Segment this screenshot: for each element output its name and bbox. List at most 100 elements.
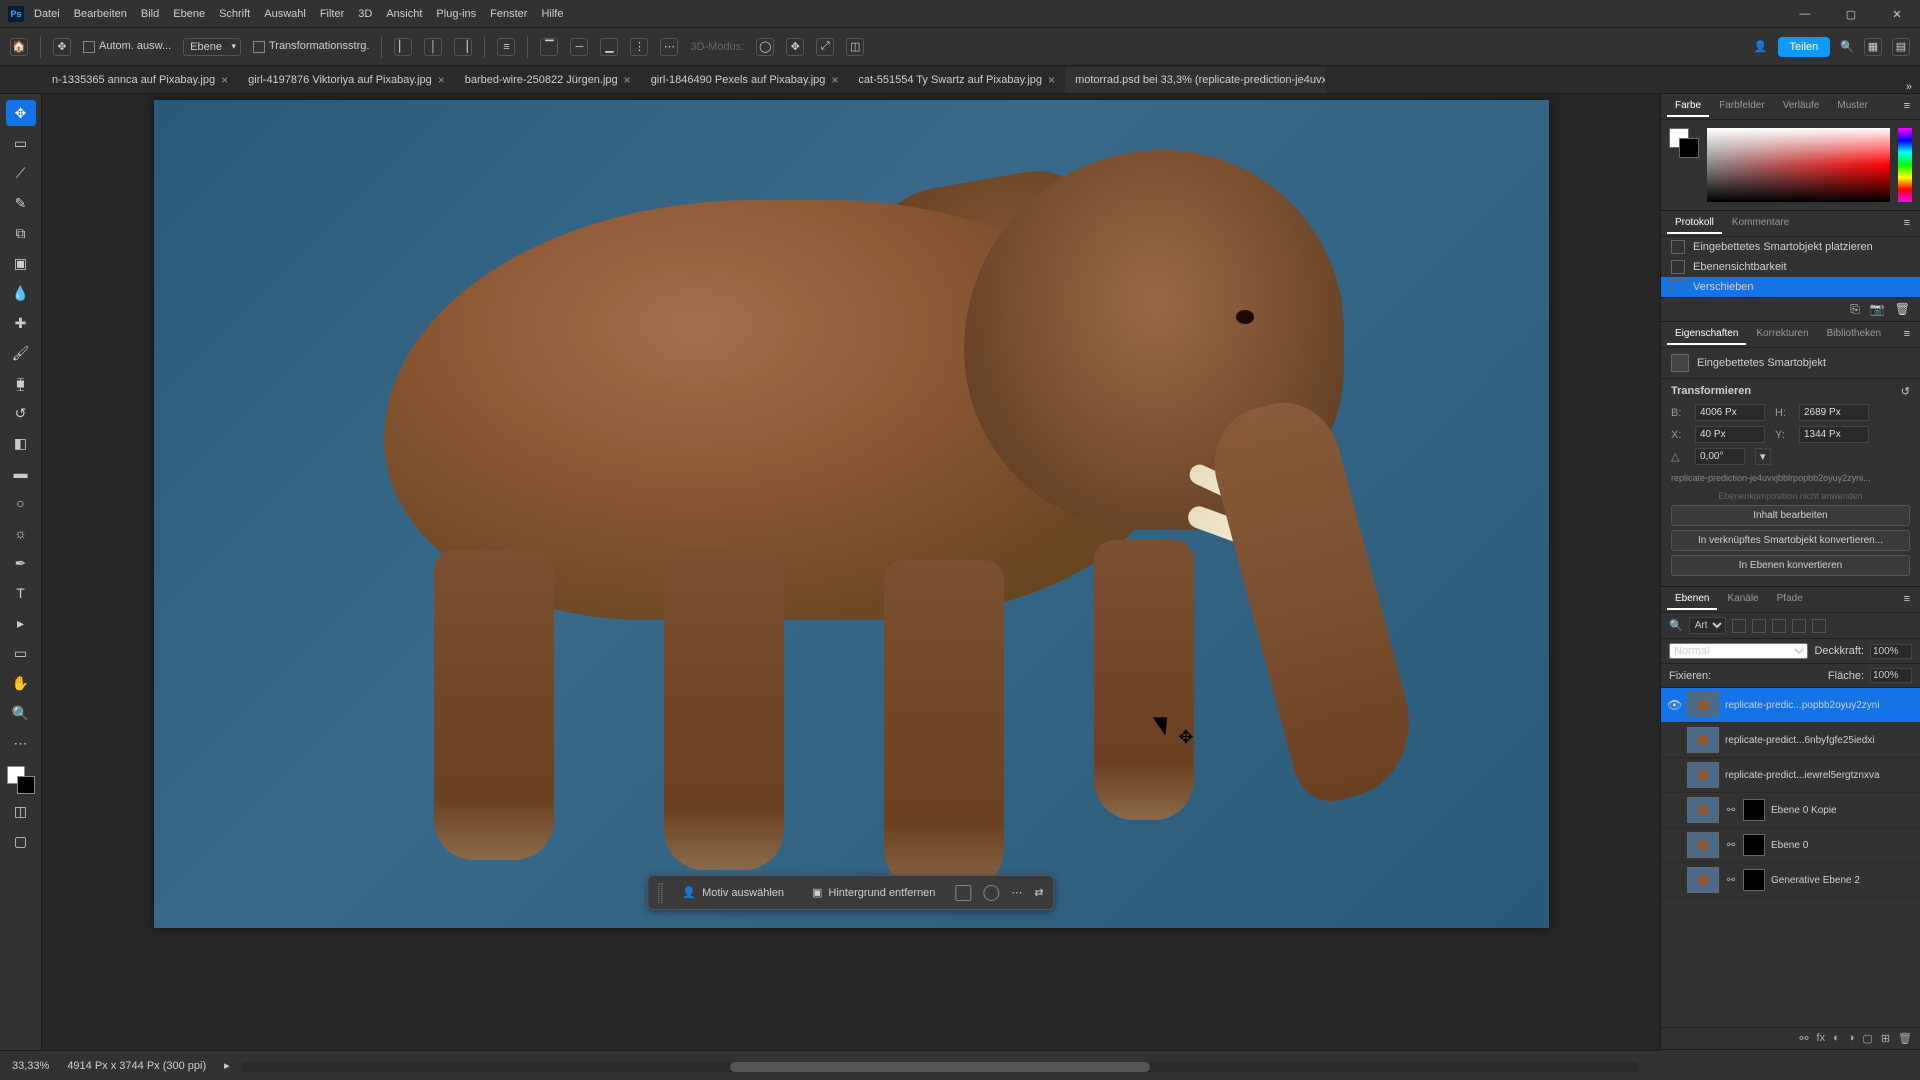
menu-ansicht[interactable]: Ansicht bbox=[386, 8, 422, 20]
blur-tool[interactable]: ○ bbox=[6, 490, 36, 516]
filter-shape-icon[interactable] bbox=[1792, 619, 1806, 633]
auto-select-toggle[interactable]: Autom. ausw... bbox=[83, 40, 171, 52]
history-state[interactable]: Eingebettetes Smartobjekt platzieren bbox=[1661, 237, 1920, 257]
panel-tab-korrekturen[interactable]: Korrekturen bbox=[1748, 324, 1816, 345]
y-input[interactable] bbox=[1799, 426, 1869, 443]
layer-mask-thumbnail[interactable] bbox=[1743, 834, 1765, 856]
panel-tab-pfade[interactable]: Pfade bbox=[1769, 589, 1811, 610]
panel-tab-kanäle[interactable]: Kanäle bbox=[1719, 589, 1766, 610]
brush-tool[interactable]: 🖌 bbox=[6, 340, 36, 366]
tab-close-icon[interactable]: × bbox=[438, 73, 445, 87]
document-tab[interactable]: cat-551554 Ty Swartz auf Pixabay.jpg× bbox=[848, 67, 1065, 93]
color-swatch[interactable] bbox=[7, 766, 35, 794]
menu-datei[interactable]: Datei bbox=[34, 8, 60, 20]
menu-filter[interactable]: Filter bbox=[320, 8, 344, 20]
layer-row[interactable]: replicate-predict...6nbyfgfe25iedxi bbox=[1661, 723, 1920, 758]
layer-name[interactable]: Generative Ebene 2 bbox=[1771, 875, 1914, 886]
menu-bild[interactable]: Bild bbox=[141, 8, 159, 20]
document-tab[interactable]: girl-1846490 Pexels auf Pixabay.jpg× bbox=[641, 67, 849, 93]
layer-mask-thumbnail[interactable] bbox=[1743, 869, 1765, 891]
layer-delete-icon[interactable]: 🗑 bbox=[1898, 1032, 1912, 1045]
eyedropper-tool[interactable]: 💧 bbox=[6, 280, 36, 306]
color-field[interactable] bbox=[1707, 128, 1890, 202]
window-close[interactable]: ✕ bbox=[1874, 0, 1920, 28]
document-tab[interactable]: barbed-wire-250822 Jürgen.jpg× bbox=[455, 67, 641, 93]
angle-input[interactable] bbox=[1695, 448, 1745, 465]
align-top-icon[interactable]: ▔ bbox=[540, 38, 558, 56]
panel-tab-ebenen[interactable]: Ebenen bbox=[1667, 589, 1717, 610]
select-subject-button[interactable]: 👤Motiv auswählen bbox=[674, 882, 792, 903]
zoom-tool[interactable]: 🔍 bbox=[6, 700, 36, 726]
history-snapshot-icon[interactable]: 📷 bbox=[1870, 302, 1885, 317]
layer-thumbnail[interactable] bbox=[1687, 692, 1719, 718]
filter-search-icon[interactable]: 🔍 bbox=[1669, 619, 1683, 632]
document-canvas[interactable]: 👤Motiv auswählen ▣Hintergrund entfernen … bbox=[154, 100, 1549, 928]
layer-filter-select[interactable]: Art bbox=[1689, 617, 1726, 634]
x-input[interactable] bbox=[1695, 426, 1765, 443]
layer-thumbnail[interactable] bbox=[1687, 762, 1719, 788]
horizontal-scrollbar[interactable] bbox=[240, 1062, 1640, 1072]
convert-linked-button[interactable]: In verknüpftes Smartobjekt konvertieren.… bbox=[1671, 530, 1910, 551]
move-tool-icon[interactable]: ✥ bbox=[53, 38, 71, 56]
tabs-overflow-icon[interactable]: » bbox=[1898, 81, 1920, 93]
transform-controls-toggle[interactable]: Transformationsstrg. bbox=[253, 40, 369, 52]
filter-smart-icon[interactable] bbox=[1812, 619, 1826, 633]
layer-new-icon[interactable]: ⊞ bbox=[1881, 1032, 1890, 1045]
layer-mask-link-icon[interactable]: ⚯ bbox=[1725, 875, 1737, 886]
tab-close-icon[interactable]: × bbox=[221, 73, 228, 87]
opacity-input[interactable] bbox=[1870, 644, 1912, 659]
menu-schrift[interactable]: Schrift bbox=[219, 8, 250, 20]
layer-adjust-icon[interactable]: ◑ bbox=[1848, 1032, 1855, 1045]
history-delete-icon[interactable]: 🗑 bbox=[1895, 302, 1910, 317]
workspace-icon[interactable]: ▦ bbox=[1864, 38, 1882, 56]
history-state[interactable]: Verschieben bbox=[1661, 277, 1920, 297]
layer-mask-icon[interactable]: ◐ bbox=[1833, 1032, 1840, 1045]
panel-toggle-icon[interactable]: ▤ bbox=[1892, 38, 1910, 56]
layer-name[interactable]: replicate-predict...6nbyfgfe25iedxi bbox=[1725, 735, 1914, 746]
tab-close-icon[interactable]: × bbox=[831, 73, 838, 87]
edit-toolbar[interactable]: ⋯ bbox=[6, 730, 36, 756]
document-dimensions[interactable]: 4914 Px x 3744 Px (300 ppi) bbox=[67, 1060, 206, 1072]
screen-mode-toggle[interactable]: ▢ bbox=[6, 828, 36, 854]
hue-slider[interactable] bbox=[1898, 128, 1912, 202]
layer-row[interactable]: ⚯Ebene 0 Kopie bbox=[1661, 793, 1920, 828]
window-minimize[interactable]: — bbox=[1782, 0, 1828, 28]
document-tab[interactable]: girl-4197876 Viktoriya auf Pixabay.jpg× bbox=[238, 67, 455, 93]
blend-mode-select[interactable]: Normal bbox=[1669, 643, 1808, 659]
ctx-more-icon[interactable]: ⋯ bbox=[1011, 886, 1022, 899]
layer-row[interactable]: replicate-predict...iewrel5ergtznxva bbox=[1661, 758, 1920, 793]
menu-ebene[interactable]: Ebene bbox=[173, 8, 205, 20]
ctx-adjust-icon[interactable] bbox=[983, 885, 999, 901]
panel-tab-eigenschaften[interactable]: Eigenschaften bbox=[1667, 324, 1746, 345]
pen-tool[interactable]: ✒ bbox=[6, 550, 36, 576]
path-select-tool[interactable]: ▸ bbox=[6, 610, 36, 636]
layer-row[interactable]: ⚯ Generative Ebene 2 bbox=[1661, 863, 1920, 898]
marquee-tool[interactable]: ▭ bbox=[6, 130, 36, 156]
history-state[interactable]: Ebenensichtbarkeit bbox=[1661, 257, 1920, 277]
align-center-h-icon[interactable]: │ bbox=[424, 38, 442, 56]
foreground-background-swatch[interactable] bbox=[1669, 128, 1699, 158]
distribute-v-icon[interactable]: ⋮ bbox=[630, 38, 648, 56]
stamp-tool[interactable]: ⧯ bbox=[6, 370, 36, 396]
window-maximize[interactable]: ▢ bbox=[1828, 0, 1874, 28]
layer-visibility-toggle[interactable]: 👁 bbox=[1667, 698, 1681, 712]
panel-tab-protokoll[interactable]: Protokoll bbox=[1667, 213, 1722, 234]
layer-name[interactable]: replicate-predict...iewrel5ergtznxva bbox=[1725, 770, 1914, 781]
panel-menu-icon[interactable]: ≡ bbox=[1900, 589, 1914, 610]
layer-thumbnail[interactable] bbox=[1687, 727, 1719, 753]
type-tool[interactable]: T bbox=[6, 580, 36, 606]
document-tab[interactable]: motorrad.psd bei 33,3% (replicate-predic… bbox=[1065, 67, 1325, 93]
menu-auswahl[interactable]: Auswahl bbox=[264, 8, 306, 20]
lasso-tool[interactable]: ⟋ bbox=[6, 160, 36, 186]
layer-thumbnail[interactable] bbox=[1687, 867, 1719, 893]
zoom-level[interactable]: 33,33% bbox=[12, 1060, 49, 1072]
healing-tool[interactable]: ✚ bbox=[6, 310, 36, 336]
reset-transform-icon[interactable]: ↺ bbox=[1901, 385, 1910, 398]
share-button[interactable]: Teilen bbox=[1778, 37, 1831, 57]
layer-thumbnail[interactable] bbox=[1687, 797, 1719, 823]
width-input[interactable] bbox=[1695, 404, 1765, 421]
tab-close-icon[interactable]: × bbox=[1048, 73, 1055, 87]
align-center-v-icon[interactable]: ─ bbox=[570, 38, 588, 56]
cloud-icon[interactable]: 👤 bbox=[1754, 40, 1768, 53]
align-left-icon[interactable]: ▏ bbox=[394, 38, 412, 56]
